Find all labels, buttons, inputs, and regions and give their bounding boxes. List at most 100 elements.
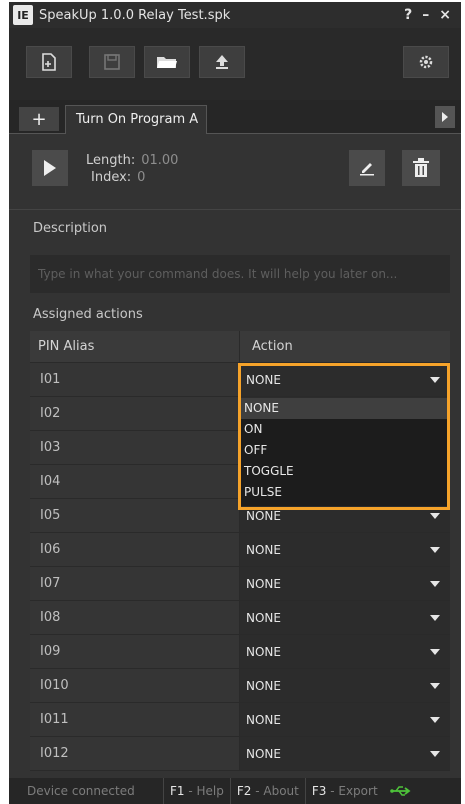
action-select-value: NONE [246, 611, 281, 625]
dropdown-option-off[interactable]: OFF [241, 440, 447, 461]
usb-icon [389, 786, 411, 796]
app-window: IE SpeakUp 1.0.0 Relay Test.spk ? – × + … [9, 2, 461, 804]
export-shortcut[interactable]: F3 - Export [304, 778, 384, 804]
toolbar [9, 28, 461, 100]
table-row: I010 NONE [30, 669, 450, 703]
assigned-actions-label: Assigned actions [33, 307, 143, 322]
length-value: 01.00 [141, 153, 179, 168]
add-tab-button[interactable]: + [19, 107, 59, 131]
command-meta: Length: 01.00 Index: 0 [86, 152, 178, 186]
play-icon [44, 160, 56, 176]
play-button[interactable] [32, 150, 68, 186]
pin-alias-cell: I012 [30, 737, 240, 770]
chevron-down-icon [430, 547, 440, 553]
index-label: Index: [91, 170, 132, 185]
connection-status: Device connected [27, 784, 135, 798]
app-logo-icon: IE [13, 5, 33, 25]
action-select-value: NONE [246, 645, 281, 659]
action-select[interactable]: NONE [240, 363, 450, 396]
chevron-down-icon [430, 683, 440, 689]
pin-alias-cell: I02 [30, 397, 240, 430]
folder-icon [157, 57, 177, 68]
action-select-value: NONE [246, 747, 281, 761]
new-document-icon [42, 53, 56, 71]
action-select-value: NONE [246, 543, 281, 557]
action-select[interactable]: NONE [240, 635, 450, 668]
tab-turn-on-program-a[interactable]: Turn On Program A [65, 105, 207, 134]
table-row: I08 NONE [30, 601, 450, 635]
save-button[interactable] [89, 46, 135, 78]
f1-key: F1 [170, 784, 185, 798]
chevron-down-icon [430, 717, 440, 723]
action-select-value: NONE [246, 713, 281, 727]
minimize-button[interactable]: – [422, 7, 429, 23]
length-label: Length: [86, 153, 136, 168]
title-bar: IE SpeakUp 1.0.0 Relay Test.spk ? – × [9, 2, 461, 28]
pin-alias-cell: I08 [30, 601, 240, 634]
action-select[interactable]: NONE [240, 669, 450, 702]
pin-alias-cell: I06 [30, 533, 240, 566]
chevron-right-icon [442, 112, 448, 122]
tab-scroll-right-button[interactable] [435, 106, 455, 128]
pin-alias-cell: I011 [30, 703, 240, 736]
action-select-value: NONE [246, 373, 281, 387]
about-shortcut[interactable]: F2 - About [229, 778, 305, 804]
action-select-value: NONE [246, 509, 281, 523]
upload-icon [216, 55, 228, 69]
chevron-down-icon [430, 615, 440, 621]
trash-icon [413, 158, 429, 177]
f3-key: F3 [311, 784, 327, 798]
status-bar: Device connected F1 - Help F2 - About F3… [9, 778, 461, 804]
chevron-down-icon [430, 377, 440, 383]
table-row: I012 NONE [30, 737, 450, 771]
table-row: I09 NONE [30, 635, 450, 669]
action-select[interactable]: NONE [240, 703, 450, 736]
col-pin-alias: PIN Alias [30, 331, 240, 362]
chevron-down-icon [430, 513, 440, 519]
actions-table: PIN Alias Action I01NONEI02NONEI03NONEI0… [30, 331, 450, 771]
upload-button[interactable] [199, 46, 245, 78]
command-header: Length: 01.00 Index: 0 [9, 134, 461, 210]
dropdown-option-on[interactable]: ON [241, 419, 447, 440]
action-select-value: NONE [246, 679, 281, 693]
action-select[interactable]: NONE [240, 601, 450, 634]
gear-icon [419, 55, 433, 69]
save-icon [104, 54, 120, 70]
pin-alias-cell: I05 [30, 499, 240, 532]
delete-button[interactable] [402, 150, 440, 186]
dropdown-option-none[interactable]: NONE [241, 398, 447, 419]
description-input[interactable] [30, 255, 450, 293]
close-button[interactable]: × [439, 7, 451, 23]
action-select-value: NONE [246, 577, 281, 591]
f2-key: F2 [236, 784, 252, 798]
f3-label: - Export [326, 784, 378, 798]
table-header: PIN Alias Action [30, 331, 450, 363]
open-button[interactable] [144, 46, 190, 78]
chevron-down-icon [430, 649, 440, 655]
action-dropdown-list: NONE ON OFF TOGGLE PULSE [241, 398, 447, 506]
help-button[interactable]: ? [404, 7, 412, 23]
settings-button[interactable] [403, 46, 449, 78]
pencil-icon [360, 163, 374, 176]
f1-label: - Help [184, 784, 224, 798]
pin-alias-cell: I09 [30, 635, 240, 668]
help-shortcut[interactable]: F1 - Help [163, 778, 230, 804]
pin-alias-cell: I07 [30, 567, 240, 600]
description-label: Description [33, 221, 108, 236]
action-select[interactable]: NONE [240, 737, 450, 770]
f2-label: - About [251, 784, 299, 798]
table-row: I06 NONE [30, 533, 450, 567]
edit-button[interactable] [349, 150, 385, 186]
table-row: I011 NONE [30, 703, 450, 737]
chevron-down-icon [430, 751, 440, 757]
pin-alias-cell: I04 [30, 465, 240, 498]
table-row: I01 NONE [30, 363, 450, 397]
dropdown-option-pulse[interactable]: PULSE [241, 482, 447, 503]
action-select[interactable]: NONE [240, 567, 450, 600]
dropdown-option-toggle[interactable]: TOGGLE [241, 461, 447, 482]
action-select[interactable]: NONE [240, 533, 450, 566]
table-row: I07 NONE [30, 567, 450, 601]
window-title: SpeakUp 1.0.0 Relay Test.spk [39, 7, 231, 23]
tab-bar: + Turn On Program A [9, 100, 461, 134]
new-file-button[interactable] [26, 46, 72, 78]
